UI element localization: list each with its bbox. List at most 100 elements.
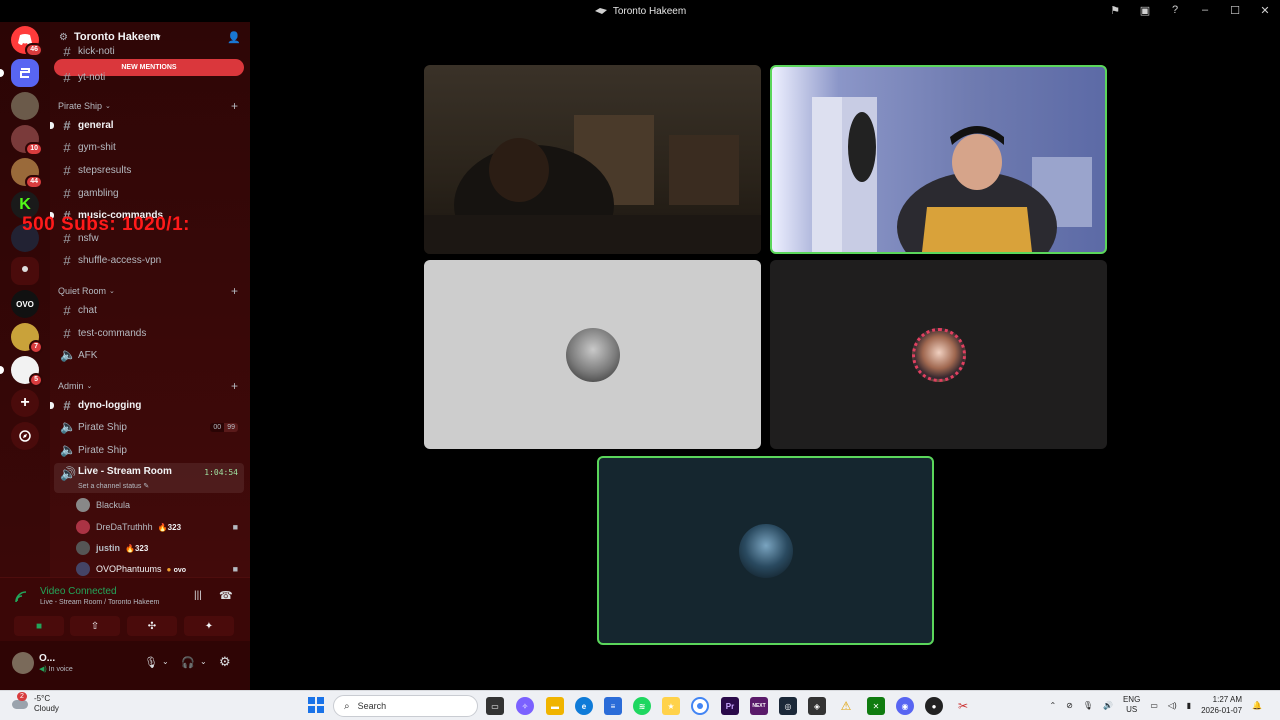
voice-location[interactable]: Live - Stream Room / Toronto Hakeem <box>40 599 159 606</box>
steam-icon[interactable]: ◎ <box>779 697 797 715</box>
server-item[interactable] <box>11 257 39 285</box>
notifications-icon[interactable]: 🔔 <box>1252 701 1262 710</box>
spotify-icon[interactable]: ≋ <box>633 697 651 715</box>
server-item[interactable]: 44 <box>11 158 43 189</box>
soundboard-button[interactable]: ✦ <box>184 616 234 636</box>
headphones-chevron-icon[interactable]: ⌄ <box>200 657 207 666</box>
settings-gear-icon[interactable]: ⚙ <box>219 654 231 670</box>
hash-icon: # <box>63 302 71 318</box>
channel-afk[interactable]: 🔈 AFK <box>54 345 244 365</box>
title-bar: Toronto Hakeem ⚑ ▣ ? – ☐ ✕ <box>0 0 1280 22</box>
network-icon[interactable]: ▭ <box>1150 701 1158 710</box>
app-icon[interactable]: ◈ <box>808 697 826 715</box>
edge-icon[interactable]: e <box>575 697 593 715</box>
close-icon[interactable]: ✕ <box>1258 3 1272 17</box>
flame-icon: 🔥323 <box>157 522 182 532</box>
add-channel-icon[interactable]: + <box>231 284 238 298</box>
task-view-icon[interactable]: ▭ <box>486 697 504 715</box>
app-icon[interactable]: ★ <box>662 697 680 715</box>
server-item[interactable]: 7 <box>11 323 43 354</box>
server-active[interactable] <box>0 59 39 87</box>
voice-user-blackula[interactable]: Blackula <box>76 496 244 514</box>
start-windows-icon[interactable] <box>308 697 324 718</box>
category-quiet-room[interactable]: Quiet Room ⌄ + <box>58 284 244 298</box>
weather-widget[interactable]: 2 -5°C Cloudy <box>12 692 59 714</box>
premiere-icon[interactable]: Pr <box>721 697 739 715</box>
stream-timer: 1:04:54 <box>204 468 238 477</box>
add-member-icon[interactable]: 👤 <box>227 31 241 44</box>
add-channel-icon[interactable]: + <box>231 99 238 113</box>
next-app-icon[interactable]: NEXT <box>750 697 768 715</box>
help-icon[interactable]: ? <box>1168 3 1182 17</box>
server-item[interactable]: 5 <box>0 356 43 387</box>
mic-chevron-icon[interactable]: ⌄ <box>162 657 169 666</box>
channel-stepsresults[interactable]: # stepsresults <box>54 160 244 180</box>
file-explorer-icon[interactable]: ▬ <box>546 697 564 715</box>
video-tile-1[interactable] <box>424 65 761 254</box>
voice-status[interactable]: Video Connected <box>40 586 117 597</box>
category-pirate-ship[interactable]: Pirate Ship ⌄ + <box>58 99 244 113</box>
tray-overflow-chevron-icon[interactable]: ⌃ <box>1049 701 1056 710</box>
user-avatar[interactable] <box>12 652 34 674</box>
hash-icon: # <box>63 252 71 268</box>
server-item[interactable]: 10 <box>11 125 43 156</box>
volume-icon[interactable]: 🔊 <box>1103 701 1113 710</box>
voice-user-ovophantuums[interactable]: OVOPhantuums ● ovo ■ <box>76 560 244 577</box>
clock[interactable]: 1:27 AM 2026-01-07 <box>1201 694 1242 716</box>
disconnect-icon[interactable]: ☎ <box>219 589 233 602</box>
server-unread-indicator <box>0 366 4 374</box>
ovo-server-item[interactable]: OVO <box>11 290 39 318</box>
obs-icon[interactable]: ● <box>925 697 943 715</box>
chrome-icon[interactable] <box>691 697 709 715</box>
microphone-tray-icon[interactable]: 🎙 <box>1083 701 1093 710</box>
screen-share-button[interactable]: ⇧ <box>70 616 120 636</box>
video-tile-2-speaking[interactable] <box>770 65 1107 254</box>
copilot-icon[interactable]: ✧ <box>516 697 534 715</box>
channel-shuffle-access-vpn[interactable]: # shuffle-access-vpn <box>54 250 244 270</box>
microphone-icon[interactable]: 🎙 <box>144 656 158 669</box>
channel-chat[interactable]: # chat <box>54 300 244 320</box>
xbox-icon[interactable]: ✕ <box>867 697 885 715</box>
speaker-icon: 🔈 <box>60 419 77 434</box>
voice-channel-pirate-ship-2[interactable]: 🔈 Pirate Ship <box>54 440 244 460</box>
camera-button[interactable]: ■ <box>14 616 64 636</box>
language-indicator[interactable]: ENG US <box>1123 695 1140 715</box>
signal-icon <box>15 591 27 603</box>
speaker-icon[interactable]: ◁) <box>1168 701 1177 710</box>
channel-dyno-logging[interactable]: # dyno-logging <box>50 395 244 415</box>
channel-kick-noti[interactable]: # kick-noti <box>54 45 244 57</box>
inbox-icon[interactable]: ▣ <box>1138 3 1152 17</box>
noise-suppression-icon[interactable]: ||| <box>194 590 202 601</box>
video-tile-4-avatar[interactable] <box>770 260 1107 449</box>
server-item[interactable] <box>11 92 39 120</box>
channel-gym-shit[interactable]: # gym-shit <box>54 137 244 157</box>
channel-yt-noti[interactable]: # yt-noti <box>54 67 244 87</box>
video-tile-5-speaking[interactable] <box>597 456 934 645</box>
activities-button[interactable]: ✣ <box>127 616 177 636</box>
discord-taskbar-icon[interactable]: ◉ <box>896 697 914 715</box>
category-admin[interactable]: Admin ⌄ + <box>58 379 244 393</box>
channel-status-link[interactable]: Set a channel status ✎ <box>78 482 149 490</box>
notepad-icon[interactable]: ≡ <box>604 697 622 715</box>
inbox-flag-icon[interactable]: ⚑ <box>1108 3 1122 17</box>
voice-channel-live-stream-room[interactable]: 🔊 Live - Stream Room 1:04:54 Set a chann… <box>54 463 244 493</box>
warning-app-icon[interactable]: ⚠ <box>837 697 855 715</box>
channel-test-commands[interactable]: # test-commands <box>54 323 244 343</box>
voice-user-justin[interactable]: justin 🔥323 <box>76 539 244 557</box>
voice-channel-pirate-ship[interactable]: 🔈 Pirate Ship 00 99 <box>54 417 244 437</box>
add-server-button[interactable]: + <box>11 389 39 417</box>
channel-general[interactable]: # general <box>50 115 244 135</box>
headphones-icon[interactable]: 🎧 <box>181 656 195 669</box>
video-tile-3-avatar[interactable] <box>424 260 761 449</box>
direct-messages-button[interactable]: 46 <box>11 26 43 57</box>
taskbar-search[interactable]: ⌕ Search <box>333 695 478 717</box>
minimize-icon[interactable]: – <box>1198 3 1212 17</box>
voice-user-dredatruthhh[interactable]: DreDaTruthhh 🔥323 ■ <box>76 518 244 536</box>
maximize-icon[interactable]: ☐ <box>1228 3 1242 17</box>
add-channel-icon[interactable]: + <box>231 379 238 393</box>
channel-gambling[interactable]: # gambling <box>54 183 244 203</box>
discover-button[interactable] <box>11 422 39 450</box>
vpn-icon[interactable]: ⊘ <box>1066 701 1073 710</box>
snipping-tool-icon[interactable]: ✂ <box>954 697 972 715</box>
battery-icon[interactable]: ▮ <box>1187 701 1191 710</box>
